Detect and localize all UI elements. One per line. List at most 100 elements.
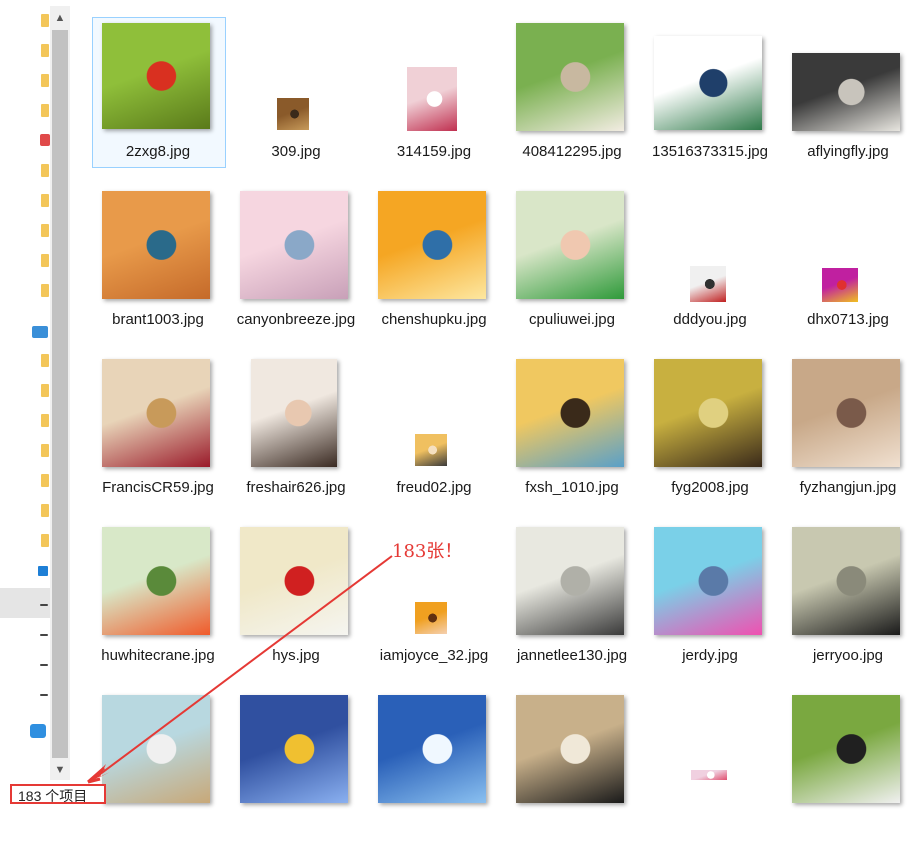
file-item[interactable]: FrancisCR59.jpg bbox=[93, 356, 223, 516]
image-thumbnail[interactable] bbox=[792, 695, 900, 803]
file-item[interactable]: 2zxg8.jpg bbox=[92, 17, 226, 180]
image-thumbnail[interactable] bbox=[691, 770, 727, 780]
file-item[interactable]: 314159.jpg bbox=[369, 20, 499, 180]
file-name: FrancisCR59.jpg bbox=[102, 479, 214, 496]
file-name: fxsh_1010.jpg bbox=[525, 479, 619, 496]
file-item[interactable]: jerryoo.jpg bbox=[783, 524, 913, 684]
image-thumbnail[interactable] bbox=[378, 191, 486, 299]
folder-icon[interactable] bbox=[41, 194, 49, 207]
image-thumbnail[interactable] bbox=[102, 359, 210, 467]
file-item[interactable]: fxsh_1010.jpg bbox=[507, 356, 637, 516]
folder-icon[interactable] bbox=[41, 224, 49, 237]
image-thumbnail[interactable] bbox=[251, 359, 337, 467]
image-thumbnail[interactable] bbox=[516, 191, 624, 299]
file-name: huwhitecrane.jpg bbox=[101, 647, 215, 664]
file-item[interactable]: aflyingfly.jpg bbox=[783, 20, 913, 180]
image-thumbnail[interactable] bbox=[516, 359, 624, 467]
item-count-status: 183 个项目 bbox=[10, 784, 106, 804]
folder-icon[interactable] bbox=[41, 444, 49, 457]
image-thumbnail[interactable] bbox=[690, 266, 726, 302]
file-item[interactable]: fyzhangjun.jpg bbox=[783, 356, 913, 516]
file-item[interactable]: dhx0713.jpg bbox=[783, 188, 913, 348]
folder-icon[interactable] bbox=[41, 284, 49, 297]
file-item[interactable]: freud02.jpg bbox=[369, 356, 499, 516]
file-name: 13516373315.jpg bbox=[652, 143, 768, 160]
file-item[interactable]: dddyou.jpg bbox=[645, 188, 775, 348]
drive-icon[interactable] bbox=[40, 664, 48, 666]
image-thumbnail[interactable] bbox=[102, 23, 210, 129]
image-thumbnail[interactable] bbox=[407, 67, 457, 131]
image-thumbnail[interactable] bbox=[792, 527, 900, 635]
file-item[interactable]: 13516373315.jpg bbox=[645, 20, 775, 180]
image-thumbnail[interactable] bbox=[654, 36, 762, 130]
folder-icon[interactable] bbox=[41, 354, 49, 367]
file-item[interactable] bbox=[369, 692, 499, 852]
file-name: iamjoyce_32.jpg bbox=[379, 647, 489, 664]
image-thumbnail[interactable] bbox=[240, 191, 348, 299]
image-thumbnail[interactable] bbox=[516, 695, 624, 803]
folder-icon[interactable] bbox=[41, 44, 49, 57]
file-name: freshair626.jpg bbox=[246, 479, 346, 496]
file-name: aflyingfly.jpg bbox=[807, 143, 889, 160]
selected-nav-item[interactable] bbox=[0, 588, 50, 618]
file-item[interactable]: freshair626.jpg bbox=[231, 356, 361, 516]
image-thumbnail[interactable] bbox=[792, 53, 900, 131]
windows-drive-icon[interactable] bbox=[38, 566, 48, 576]
folder-icon[interactable] bbox=[41, 104, 49, 117]
image-thumbnail[interactable] bbox=[516, 23, 624, 131]
scroll-down-button[interactable]: ▼ bbox=[50, 760, 70, 780]
file-item[interactable] bbox=[507, 692, 637, 852]
folder-icon[interactable] bbox=[41, 254, 49, 267]
file-item[interactable]: fyg2008.jpg bbox=[645, 356, 775, 516]
image-thumbnail[interactable] bbox=[102, 191, 210, 299]
picture-folder-icon[interactable] bbox=[40, 134, 50, 146]
file-name: 408412295.jpg bbox=[522, 143, 622, 160]
image-thumbnail[interactable] bbox=[378, 695, 486, 803]
folder-icon[interactable] bbox=[41, 384, 49, 397]
folder-icon[interactable] bbox=[41, 504, 49, 517]
file-item[interactable]: jerdy.jpg bbox=[645, 524, 775, 684]
file-item[interactable]: brant1003.jpg bbox=[93, 188, 223, 348]
file-item[interactable]: 309.jpg bbox=[231, 20, 361, 180]
computer-icon[interactable] bbox=[32, 326, 48, 338]
file-item[interactable]: cpuliuwei.jpg bbox=[507, 188, 637, 348]
file-item[interactable] bbox=[645, 692, 775, 852]
folder-icon[interactable] bbox=[41, 74, 49, 87]
file-item[interactable]: 408412295.jpg bbox=[507, 20, 637, 180]
image-thumbnail[interactable] bbox=[277, 98, 309, 130]
file-name: 309.jpg bbox=[271, 143, 321, 160]
drive-icon[interactable] bbox=[40, 694, 48, 696]
image-thumbnail[interactable] bbox=[102, 695, 210, 803]
navigation-pane[interactable] bbox=[0, 0, 50, 784]
image-thumbnail[interactable] bbox=[792, 359, 900, 467]
image-thumbnail[interactable] bbox=[654, 527, 762, 635]
image-thumbnail[interactable] bbox=[102, 527, 210, 635]
file-item[interactable] bbox=[783, 692, 913, 852]
file-item[interactable]: jannetlee130.jpg bbox=[507, 524, 637, 684]
file-name: freud02.jpg bbox=[396, 479, 472, 496]
folder-icon[interactable] bbox=[41, 14, 49, 27]
folder-icon[interactable] bbox=[41, 164, 49, 177]
drive-icon[interactable] bbox=[40, 634, 48, 636]
image-thumbnail[interactable] bbox=[415, 602, 447, 634]
image-thumbnail[interactable] bbox=[415, 434, 447, 466]
drive-icon[interactable] bbox=[40, 604, 48, 606]
file-name: jerryoo.jpg bbox=[812, 647, 884, 664]
file-item[interactable] bbox=[93, 692, 223, 852]
file-item[interactable] bbox=[231, 692, 361, 852]
scroll-up-button[interactable]: ▲ bbox=[50, 8, 70, 28]
image-thumbnail[interactable] bbox=[654, 359, 762, 467]
scrollbar-thumb[interactable] bbox=[52, 30, 68, 758]
folder-icon[interactable] bbox=[41, 534, 49, 547]
image-thumbnail[interactable] bbox=[822, 268, 858, 302]
file-item[interactable]: canyonbreeze.jpg bbox=[231, 188, 361, 348]
network-icon[interactable] bbox=[30, 724, 46, 738]
file-item[interactable]: huwhitecrane.jpg bbox=[93, 524, 223, 684]
image-thumbnail[interactable] bbox=[516, 527, 624, 635]
folder-icon[interactable] bbox=[41, 474, 49, 487]
image-thumbnail[interactable] bbox=[240, 527, 348, 635]
image-thumbnail[interactable] bbox=[240, 695, 348, 803]
file-item[interactable]: chenshupku.jpg bbox=[369, 188, 499, 348]
file-item[interactable]: hys.jpg bbox=[231, 524, 361, 684]
folder-icon[interactable] bbox=[41, 414, 49, 427]
